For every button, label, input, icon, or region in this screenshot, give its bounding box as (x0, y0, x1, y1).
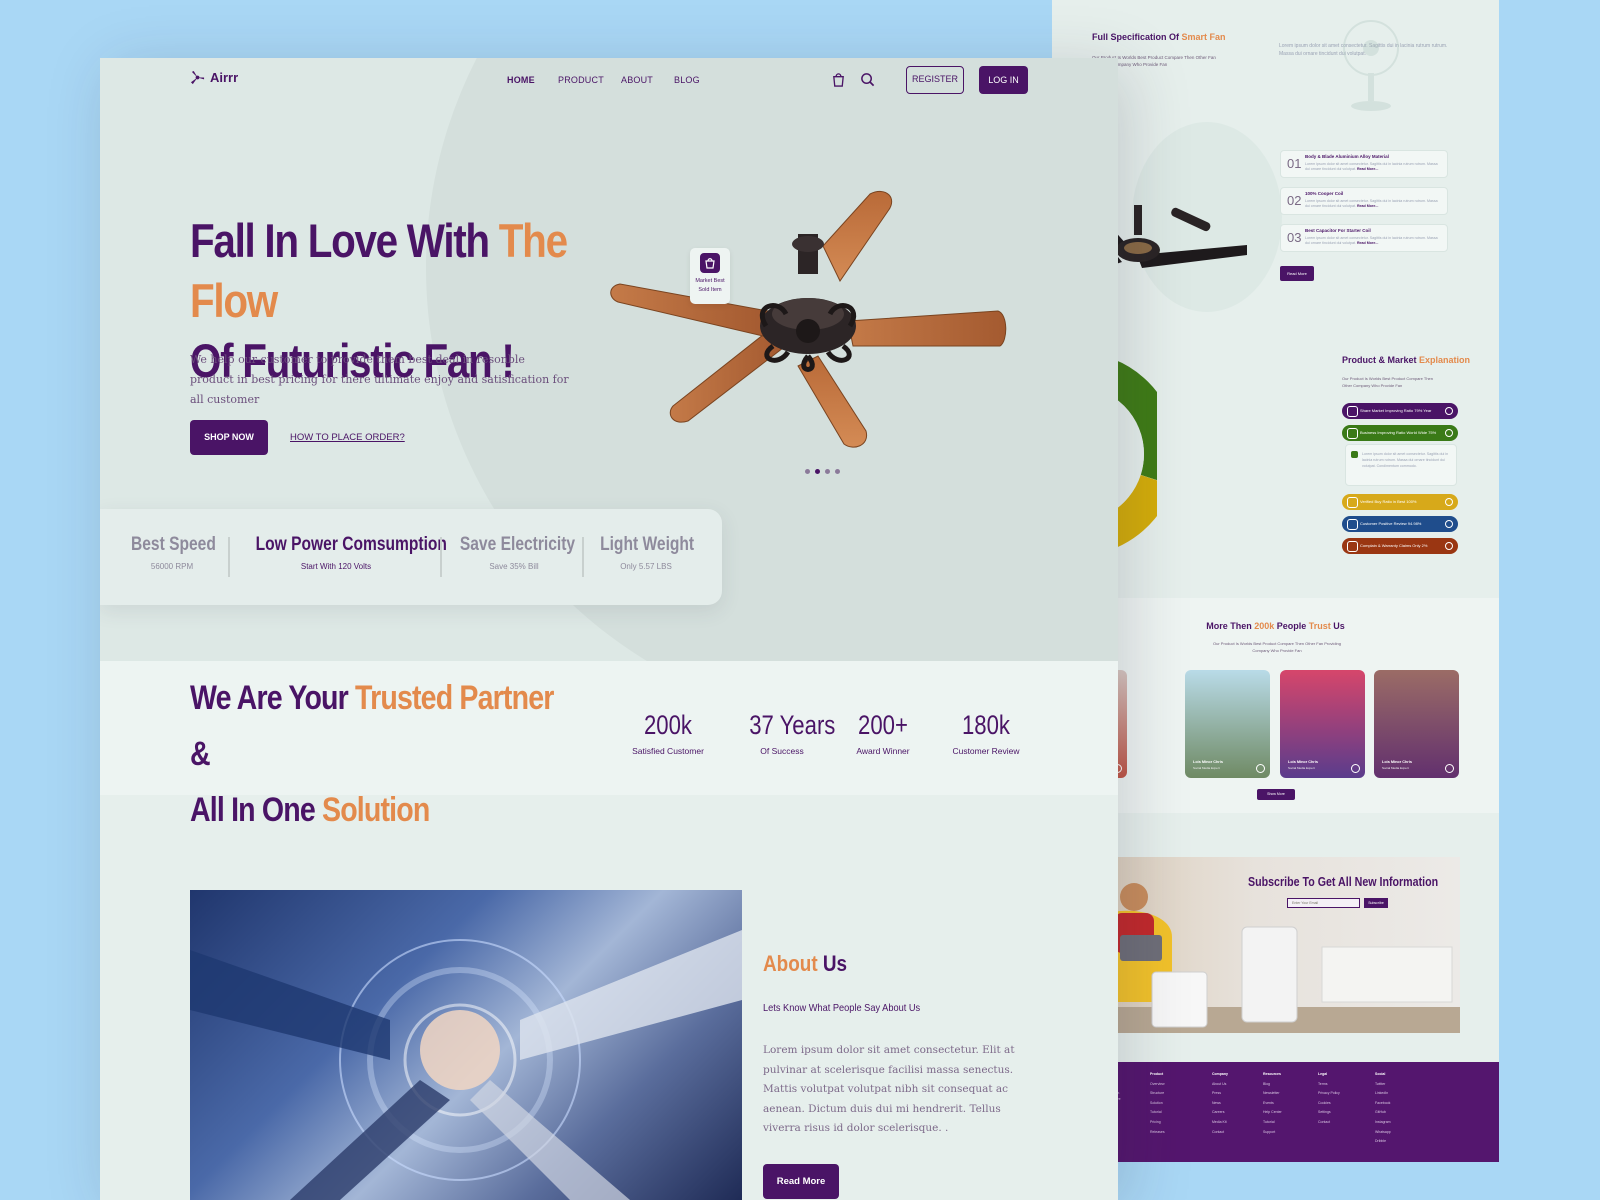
nav-blog[interactable]: BLOG (674, 75, 700, 85)
landing-page: Airrr HOME PRODUCT ABOUT BLOG REGISTER L… (100, 58, 1118, 1200)
about-subtitle: Lets Know What People Say About Us (763, 1002, 921, 1014)
market-subtitle: Our Product Is Worlds Best Product Compa… (1342, 376, 1434, 388)
metric-awards: 200+ Award Winner (856, 710, 910, 756)
subscribe-button[interactable]: Subscribe (1364, 898, 1388, 908)
badge-line2: Sold Item (698, 287, 722, 293)
hero-description: We help our customer to provide them bes… (190, 353, 569, 406)
testimonial-card[interactable]: Lois Minor Chris Social Media Expert (1280, 670, 1365, 778)
nav-about[interactable]: ABOUT (621, 75, 653, 85)
carousel-dot[interactable] (835, 469, 840, 474)
about-body: Lorem ipsum dolor sit amet consectetur. … (763, 1044, 1015, 1134)
features-card: Best Speed 56000 RPM Low Power Comsumptio… (100, 509, 722, 605)
market-stat-pill[interactable]: Share Market Improving Ratio 79% Year (1342, 403, 1458, 419)
market-stat-pill[interactable]: Customer Positive Review 94.98% (1342, 516, 1458, 532)
spec-item: 01 Body & Blade Aluminium Alloy Material… (1280, 150, 1448, 178)
trust-subtitle: Our Product Is Worlds Best Product Compa… (1213, 641, 1341, 653)
arrow-icon (1256, 764, 1265, 773)
team-hands-photo (190, 890, 742, 1200)
shop-now-button[interactable]: SHOP NOW (190, 420, 268, 455)
partner-title: We Are Your Trusted Partner & All In One… (190, 679, 554, 829)
market-stat-pill[interactable]: Business Improving Ratio World Wide 75% (1342, 425, 1458, 441)
feature-light-weight: Light Weight Only 5.57 LBS (600, 534, 695, 571)
nav-home[interactable]: HOME (507, 75, 535, 85)
subscribe-title: Subscribe To Get All New Information (1248, 874, 1439, 889)
fan-logo-icon (190, 70, 205, 85)
metric-reviews: 180k Customer Review (952, 710, 1020, 756)
divider (582, 537, 584, 577)
metric-years: 37 Years Of Success (749, 710, 836, 756)
spec-read-more-button[interactable]: Read More (1280, 266, 1314, 281)
spec-item: 02 100% Cooper Coil Lorem ipsum dolor si… (1280, 187, 1448, 215)
table-fan-icon (1343, 20, 1399, 111)
spec-title: Full Specification Of Smart Fan (1092, 32, 1226, 42)
feature-save-electricity: Save Electricity Save 35% Bill (459, 534, 576, 571)
market-stat-pill[interactable]: Verified Buy Ratio in Best 100% (1342, 494, 1458, 510)
read-more-button[interactable]: Read More (763, 1164, 839, 1199)
brand-name: Airrr (210, 70, 239, 85)
divider (440, 537, 442, 577)
feature-best-speed: Best Speed 56000 RPM (131, 534, 216, 571)
shopping-bag-icon[interactable] (831, 72, 846, 87)
carousel-dots (805, 469, 840, 474)
footer-column-company: Company About Us Press News Careers Media Ki… (1212, 1072, 1228, 1134)
feature-low-power: Low Power Comsumption Start With 120 Volt… (255, 534, 447, 571)
email-field[interactable]: Enter Your Email (1287, 898, 1360, 908)
testimonial-card[interactable]: Lois Minor Chris Social Media Expert (1374, 670, 1459, 778)
nav-product[interactable]: PRODUCT (558, 75, 604, 85)
carousel-dot[interactable] (825, 469, 830, 474)
footer-column-social: Social Twitter LinkedIn Facebook GitHub Inst… (1375, 1072, 1391, 1144)
about-title: About Us (763, 951, 848, 976)
how-to-order-link[interactable]: HOW TO PLACE ORDER? (290, 432, 405, 443)
shopping-bag-icon (700, 253, 720, 273)
search-icon[interactable] (860, 72, 875, 87)
market-stat-pill[interactable]: Complain & Warranty Claims Only 2% (1342, 538, 1458, 554)
metric-satisfied: 200k Satisfied Customer (632, 710, 704, 756)
carousel-dot-active[interactable] (815, 469, 820, 474)
arrow-icon (1351, 764, 1360, 773)
show-more-button[interactable]: Show More (1257, 789, 1295, 800)
footer-column-product: Product Overview Structure Solution Tutoria… (1150, 1072, 1165, 1134)
market-stat-detail: Lorem ipsum dolor sit amet consectetur. … (1345, 444, 1457, 486)
footer-column-resources: Resources Blog Newsletter Events Help Cente… (1263, 1072, 1282, 1134)
market-title: Product & Market Explanation (1342, 355, 1471, 365)
spec-item: 03 Best Capacitor For Starter Coil Lorem… (1280, 224, 1448, 252)
register-button[interactable]: REGISTER (906, 66, 964, 94)
badge-line1: Market Best (695, 278, 725, 284)
brand-logo[interactable]: Airrr (190, 70, 238, 85)
footer-column-legal: Legal Terms Privacy Policy Cookies Settings… (1318, 1072, 1340, 1124)
login-button[interactable]: LOG IN (979, 66, 1028, 94)
arrow-icon (1445, 764, 1454, 773)
testimonial-card[interactable]: Lois Minor Chris Social Media Expert (1185, 670, 1270, 778)
secondary-page-preview: Full Specification Of Smart Fan Our Prod… (1052, 0, 1499, 1162)
footer: Lorem ipsum dolor sit amet consectetur. … (1052, 1062, 1499, 1162)
best-sold-badge: Market Best Sold Item (690, 248, 730, 304)
trust-title: More Then 200k People Trust Us (1206, 621, 1345, 631)
ceiling-fan-image (610, 190, 1007, 448)
carousel-dot[interactable] (805, 469, 810, 474)
divider (228, 537, 230, 577)
hexagon-icon (1351, 451, 1358, 458)
